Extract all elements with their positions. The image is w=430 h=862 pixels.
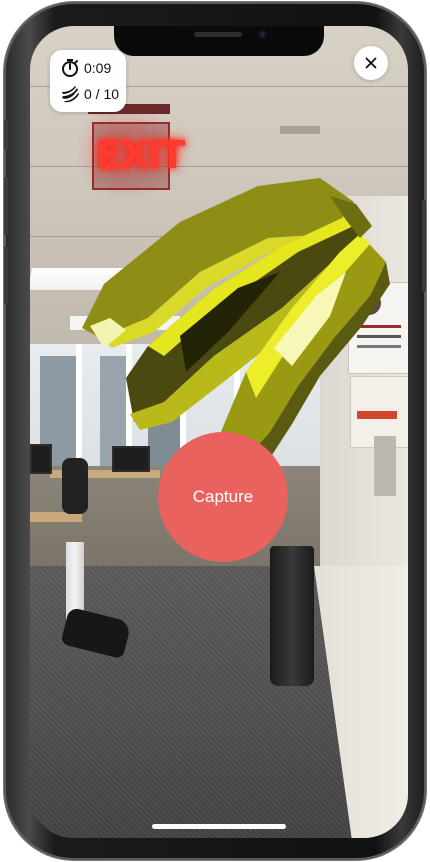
wall-poster — [348, 282, 408, 374]
ceiling-vent — [280, 126, 320, 134]
banana-icon — [60, 84, 80, 104]
capture-button-label: Capture — [192, 487, 254, 506]
close-icon — [365, 57, 377, 69]
monitor — [30, 444, 52, 474]
trash-can — [270, 546, 314, 686]
office-chair — [62, 458, 88, 514]
game-status-card: 0:09 0 / 10 — [50, 50, 126, 112]
front-camera — [258, 30, 267, 39]
phone-frame: EXIT 0:09 0 / 10 Capture — [4, 2, 426, 860]
power-button — [422, 200, 426, 292]
home-indicator[interactable] — [152, 824, 286, 829]
earpiece-speaker — [194, 32, 242, 37]
stopwatch-icon — [60, 58, 80, 78]
close-button[interactable] — [354, 46, 388, 80]
volume-up-button — [4, 177, 8, 235]
volume-down-button — [4, 246, 8, 304]
collected-row: 0 / 10 — [60, 84, 119, 104]
camera-screen: EXIT 0:09 0 / 10 Capture — [30, 26, 408, 838]
timer-value: 0:09 — [84, 60, 112, 76]
wall-panel — [374, 436, 396, 496]
mute-switch — [4, 120, 8, 150]
ceiling-light — [70, 316, 180, 330]
timer-row: 0:09 — [60, 58, 111, 78]
collected-count: 0 / 10 — [84, 86, 120, 102]
ceiling-light — [30, 268, 162, 290]
exit-sign-text: EXIT — [96, 133, 185, 177]
monitor — [112, 446, 150, 472]
notch — [114, 26, 324, 56]
capture-button[interactable]: Capture — [158, 432, 288, 562]
